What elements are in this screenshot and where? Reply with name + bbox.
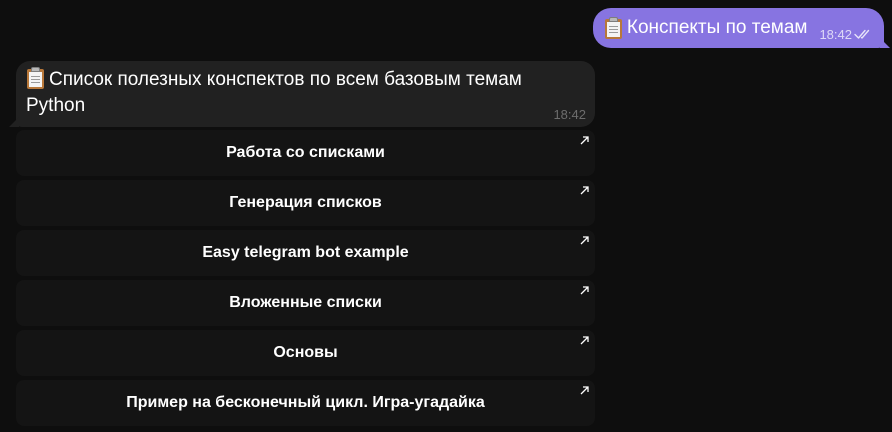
- external-link-arrow-icon: [580, 336, 589, 345]
- inline-button-label: Основы: [273, 344, 338, 361]
- outgoing-message-time: 18:42: [819, 26, 852, 42]
- chat-area: Конспекты по темам 18:42 Список полезных…: [0, 0, 892, 432]
- inline-button-vlozhennye-spiski[interactable]: Вложенные списки: [16, 280, 595, 326]
- inline-button-easy-telegram-bot-example[interactable]: Easy telegram bot example: [16, 230, 595, 276]
- inline-button-generaciya-spiskov[interactable]: Генерация списков: [16, 180, 595, 226]
- inline-button-primer-beskonechnyj-cikl[interactable]: Пример на бесконечный цикл. Игра-угадайк…: [16, 380, 595, 426]
- inline-button-rabota-so-spiskami[interactable]: Работа со списками: [16, 130, 595, 176]
- incoming-message-body: Список полезных конспектов по всем базов…: [26, 67, 585, 119]
- external-link-arrow-icon: [580, 236, 589, 245]
- outgoing-message-bubble[interactable]: Конспекты по темам 18:42: [592, 8, 890, 48]
- outgoing-message-text: Конспекты по темам: [626, 17, 808, 38]
- inline-button-label: Пример на бесконечный цикл. Игра-угадайк…: [126, 394, 485, 411]
- inline-keyboard: Работа со списками Генерация списков Eas…: [16, 130, 595, 430]
- incoming-message-text: Список полезных конспектов по всем базов…: [26, 69, 522, 116]
- inline-button-label: Easy telegram bot example: [202, 244, 409, 261]
- inline-button-osnovy[interactable]: Основы: [16, 330, 595, 376]
- clipboard-icon: [26, 67, 45, 89]
- inline-button-label: Работа со списками: [226, 144, 385, 161]
- external-link-arrow-icon: [580, 136, 589, 145]
- clipboard-icon: [604, 17, 623, 39]
- incoming-message-bubble[interactable]: Список полезных конспектов по всем базов…: [9, 61, 595, 127]
- inline-button-label: Вложенные списки: [229, 294, 382, 311]
- external-link-arrow-icon: [580, 386, 589, 395]
- double-check-icon: [854, 29, 870, 39]
- incoming-message-time: 18:42: [553, 107, 586, 122]
- outgoing-message-meta: 18:42: [819, 27, 874, 42]
- inline-button-label: Генерация списков: [229, 194, 382, 211]
- external-link-arrow-icon: [580, 286, 589, 295]
- external-link-arrow-icon: [580, 186, 589, 195]
